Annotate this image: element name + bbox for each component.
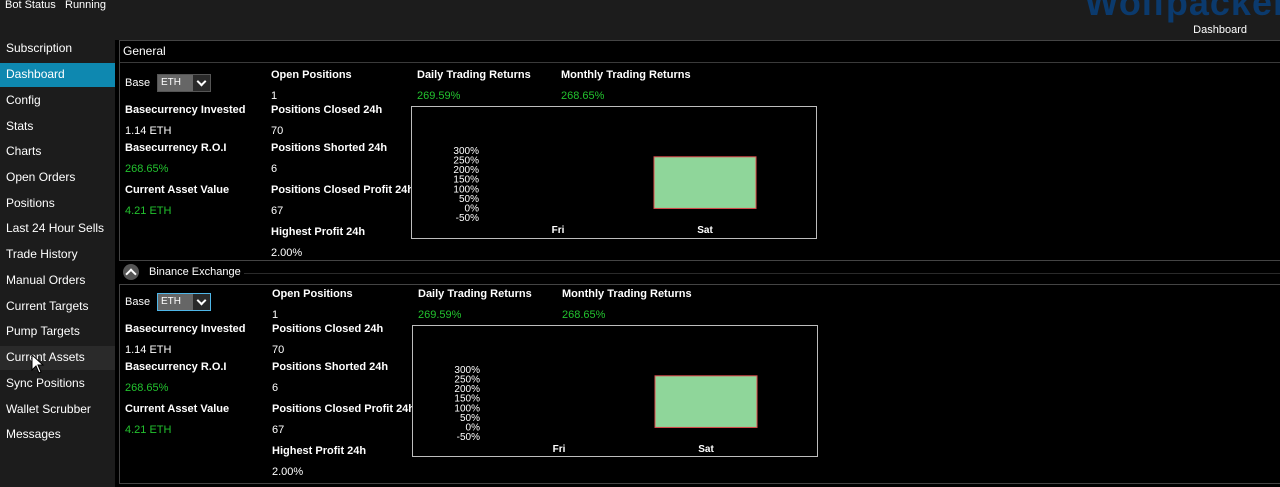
bot-status-label: Bot Status	[5, 0, 56, 11]
exchange-basecurrency-invested-value: 1.14 ETH	[125, 344, 172, 356]
exchange-basecurrency-invested-label: Basecurrency Invested	[125, 323, 246, 335]
section-divider	[244, 273, 1280, 274]
exchange-positions-shorted-label: Positions Shorted 24h	[272, 361, 389, 373]
y-tick-label: -50%	[457, 432, 480, 443]
sidebar-item-sync-positions[interactable]: Sync Positions	[0, 372, 115, 396]
binance-exchange-title: Binance Exchange	[149, 266, 241, 278]
exchange-open-positions-label: Open Positions	[272, 288, 353, 300]
binance-exchange-section-bar: Binance Exchange	[119, 262, 1280, 284]
x-tick-label: Sat	[697, 225, 713, 236]
sidebar-item-open-orders[interactable]: Open Orders	[0, 166, 115, 190]
exchange-positions-closed-profit-label: Positions Closed Profit 24h	[272, 403, 416, 415]
monthly-returns-value: 268.65%	[561, 90, 605, 102]
exchange-base-currency-select[interactable]: ETH	[157, 293, 211, 311]
sidebar-item-trade-history[interactable]: Trade History	[0, 243, 115, 267]
sidebar-item-wallet-scrubber[interactable]: Wallet Scrubber	[0, 398, 115, 422]
positions-closed-profit-value: 67	[271, 205, 284, 217]
exchange-positions-closed-value: 70	[272, 344, 285, 356]
positions-shorted-value: 6	[271, 163, 278, 175]
chevron-down-icon[interactable]	[193, 75, 210, 91]
sidebar-item-config[interactable]: Config	[0, 89, 115, 113]
sidebar-item-messages[interactable]: Messages	[0, 423, 115, 447]
collapse-chevron-up-icon[interactable]	[123, 264, 139, 280]
open-positions-label: Open Positions	[271, 69, 352, 81]
monthly-returns-label: Monthly Trading Returns	[561, 69, 691, 81]
top-bar: Bot Status Running Wolfpacker Dashboard	[0, 0, 1280, 40]
exchange-monthly-returns-value: 268.65%	[562, 309, 606, 321]
daily-returns-value: 269.59%	[417, 90, 461, 102]
general-header-divider	[120, 62, 1280, 63]
x-tick-label: Fri	[553, 444, 566, 455]
highest-profit-value: 2.00%	[271, 247, 303, 259]
daily-returns-label: Daily Trading Returns	[417, 69, 531, 81]
exchange-highest-profit-label: Highest Profit 24h	[272, 445, 367, 457]
general-panel: General Base ETH Basecurrency Invested 1…	[119, 40, 1280, 261]
base-label: Base	[125, 77, 151, 89]
base-currency-select[interactable]: ETH	[157, 74, 211, 92]
basecurrency-invested-label: Basecurrency Invested	[125, 104, 246, 116]
sidebar-item-subscription[interactable]: Subscription	[0, 37, 115, 61]
exchange-positions-shorted-value: 6	[272, 382, 279, 394]
exchange-base-label: Base	[125, 296, 151, 308]
app-logo: Wolfpacker	[1084, 0, 1280, 23]
sidebar-item-manual-orders[interactable]: Manual Orders	[0, 269, 115, 293]
positions-closed-label: Positions Closed 24h	[271, 104, 383, 116]
base-currency-value: ETH	[158, 75, 194, 91]
open-positions-value: 1	[271, 90, 278, 102]
general-returns-chart-svg: 300%250%200%150%100%50%0%-50%Fri Sat	[453, 146, 757, 236]
basecurrency-invested-value: 1.14 ETH	[125, 125, 172, 137]
bar-sat	[653, 156, 757, 209]
main-content: General Base ETH Basecurrency Invested 1…	[115, 40, 1280, 487]
bot-status-value: Running	[65, 0, 106, 11]
exchange-current-asset-value: 4.21 ETH	[125, 424, 172, 436]
bar-sat	[654, 375, 758, 428]
exchange-basecurrency-roi-value: 268.65%	[125, 382, 169, 394]
exchange-returns-chart: 300% 250% 200% 150% 100% 50% 0% -50% Fri Sat	[412, 325, 818, 457]
basecurrency-roi-label: Basecurrency R.O.I	[125, 142, 227, 154]
current-asset-value: 4.21 ETH	[125, 205, 172, 217]
sidebar-item-positions[interactable]: Positions	[0, 192, 115, 216]
exchange-positions-closed-profit-value: 67	[272, 424, 285, 436]
exchange-open-positions-value: 1	[272, 309, 279, 321]
exchange-basecurrency-roi-label: Basecurrency R.O.I	[125, 361, 227, 373]
sidebar-item-stats[interactable]: Stats	[0, 115, 115, 139]
x-tick-label: Sat	[698, 444, 714, 455]
sidebar-item-current-targets[interactable]: Current Targets	[0, 295, 115, 319]
exchange-monthly-returns-label: Monthly Trading Returns	[562, 288, 692, 300]
sidebar-item-charts[interactable]: Charts	[0, 140, 115, 164]
sidebar: Subscription Dashboard Config Stats Char…	[0, 40, 115, 487]
general-returns-chart: 300% 250% 200% 150% 100% 50% 0% -50% Fri Sat	[411, 106, 817, 239]
exchange-positions-closed-label: Positions Closed 24h	[272, 323, 384, 335]
positions-shorted-label: Positions Shorted 24h	[271, 142, 388, 154]
binance-exchange-panel: Base ETH Basecurrency Invested 1.14 ETH …	[119, 284, 1280, 484]
current-asset-value-label: Current Asset Value	[125, 184, 230, 196]
basecurrency-roi-value: 268.65%	[125, 163, 169, 175]
x-tick-label: Fri	[552, 225, 565, 236]
sidebar-item-pump-targets[interactable]: Pump Targets	[0, 320, 115, 344]
page-title: Dashboard	[1193, 24, 1247, 36]
exchange-returns-chart-svg: 300%250%200%150%100%50%0%-50%Fri Sat	[454, 365, 758, 455]
positions-closed-value: 70	[271, 125, 284, 137]
exchange-base-currency-value: ETH	[158, 294, 194, 310]
sidebar-item-last-24-hour-sells[interactable]: Last 24 Hour Sells	[0, 217, 115, 241]
mouse-cursor-icon	[31, 354, 45, 374]
exchange-daily-returns-value: 269.59%	[418, 309, 462, 321]
chevron-down-icon[interactable]	[193, 294, 210, 310]
sidebar-item-current-assets[interactable]: Current Assets	[0, 346, 115, 370]
highest-profit-label: Highest Profit 24h	[271, 226, 366, 238]
exchange-highest-profit-value: 2.00%	[272, 466, 304, 478]
exchange-current-asset-value-label: Current Asset Value	[125, 403, 230, 415]
exchange-daily-returns-label: Daily Trading Returns	[418, 288, 532, 300]
sidebar-item-dashboard[interactable]: Dashboard	[0, 63, 115, 87]
y-tick-label: -50%	[456, 213, 479, 224]
positions-closed-profit-label: Positions Closed Profit 24h	[271, 184, 415, 196]
general-panel-header: General	[123, 44, 166, 58]
